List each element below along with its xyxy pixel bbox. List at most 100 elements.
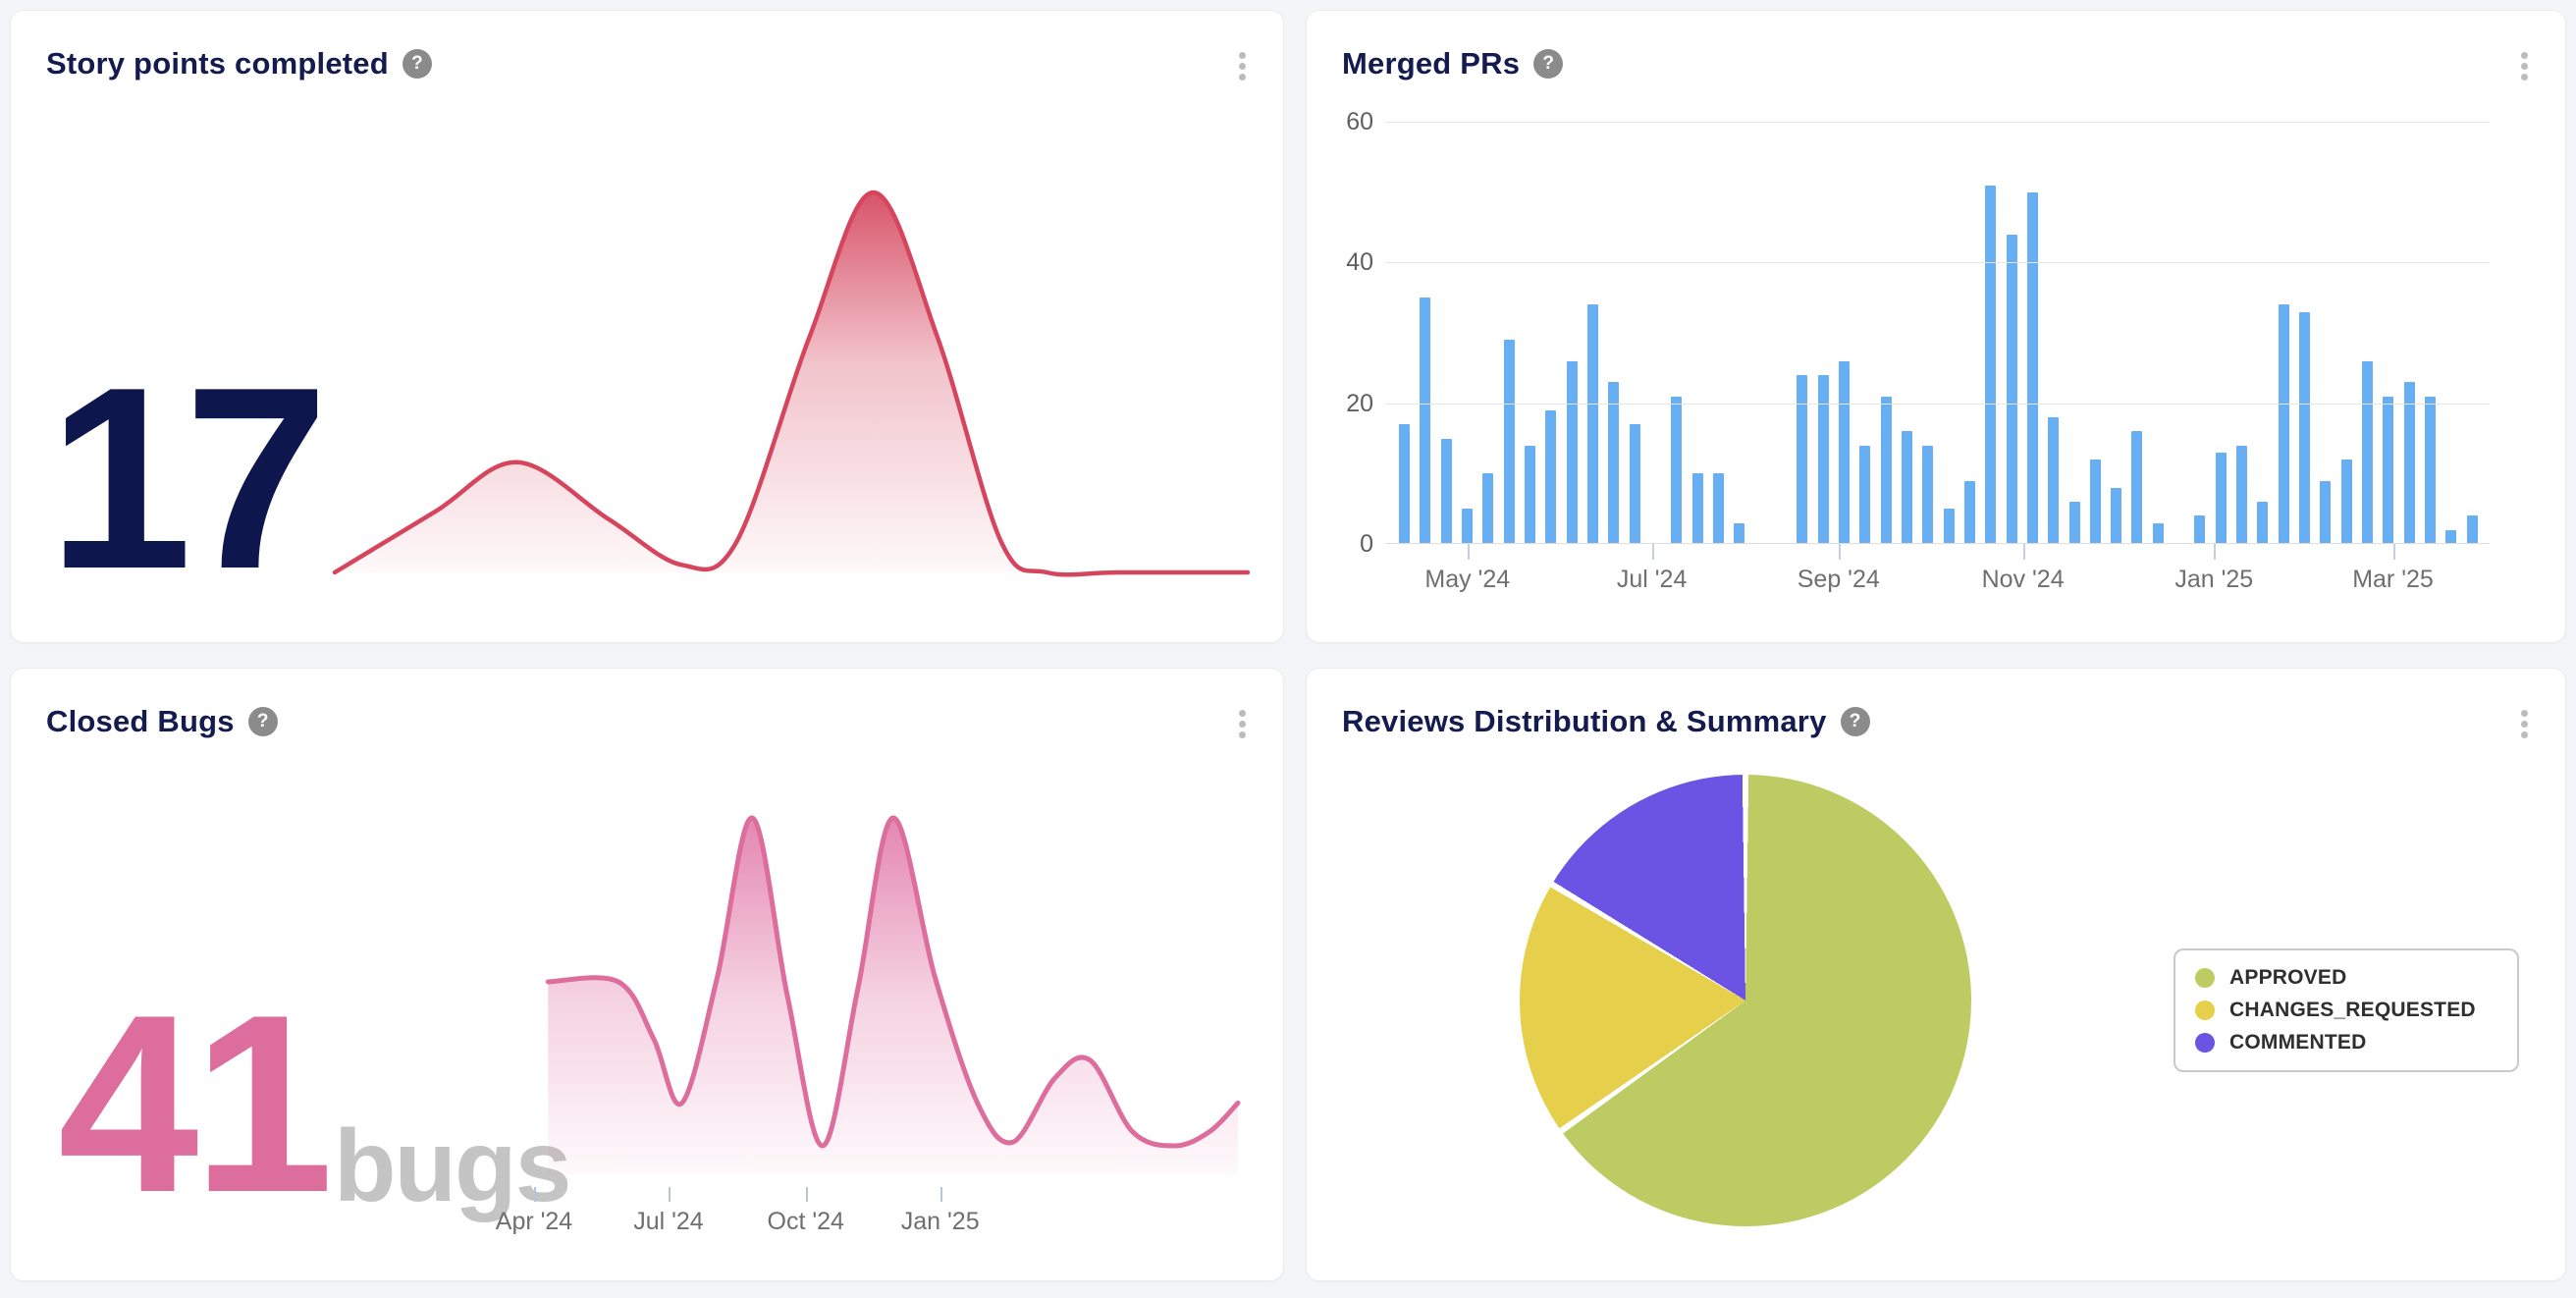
kebab-menu-icon[interactable] [2517, 706, 2532, 742]
bar[interactable] [2362, 361, 2373, 544]
y-axis-label: 20 [1315, 390, 1373, 418]
x-axis-label: Oct '24 [768, 1208, 844, 1236]
x-tick-mark [940, 1187, 942, 1202]
x-axis-label: Jan '25 [901, 1208, 980, 1236]
x-tick-mark [2393, 544, 2395, 560]
legend-item-approved[interactable]: APPROVED [2195, 966, 2497, 990]
help-icon[interactable]: ? [248, 707, 278, 736]
bar[interactable] [2467, 515, 2478, 544]
story-points-card: Story points completed ? 17 [10, 10, 1284, 643]
legend-color-dot [2195, 1033, 2215, 1053]
bar[interactable] [1671, 397, 1682, 545]
bar[interactable] [1902, 431, 1912, 544]
bar[interactable] [2445, 530, 2456, 544]
bar[interactable] [1462, 509, 1473, 544]
bar[interactable] [2216, 453, 2227, 544]
x-axis-label: Jul '24 [1617, 566, 1687, 594]
legend-item-changes_requested[interactable]: CHANGES_REQUESTED [2195, 999, 2497, 1022]
bar[interactable] [2048, 417, 2059, 544]
story-points-area-chart [325, 138, 1258, 600]
bar[interactable] [1839, 361, 1850, 544]
x-tick-mark [2214, 544, 2216, 560]
bar[interactable] [1441, 439, 1452, 545]
bar[interactable] [2299, 312, 2310, 545]
gridline-y-20 [1385, 404, 2490, 405]
bar[interactable] [1482, 473, 1493, 544]
bar[interactable] [1525, 446, 1535, 544]
closed-bugs-card: Closed Bugs ? 41 bugs Apr '24Jul '24Oct … [10, 668, 1284, 1281]
help-icon[interactable]: ? [1533, 49, 1563, 79]
bar[interactable] [1944, 509, 1955, 544]
gridline-y-60 [1385, 122, 2490, 123]
merged-prs-bar-chart: 6040200May '24Jul '24Sep '24Nov '24Jan '… [1385, 122, 2490, 544]
bar[interactable] [1692, 473, 1703, 544]
bar[interactable] [2257, 502, 2268, 544]
bar[interactable] [2194, 515, 2205, 544]
bar[interactable] [2320, 481, 2331, 545]
bar[interactable] [1545, 410, 1556, 544]
legend-label: COMMENTED [2229, 1031, 2366, 1055]
story-points-value: 17 [48, 382, 321, 573]
closed-bugs-area-chart [531, 796, 1243, 1194]
x-tick-mark [806, 1187, 808, 1202]
merged-prs-title: Merged PRs [1342, 46, 1520, 81]
bar[interactable] [1859, 446, 1870, 544]
legend-color-dot [2195, 1001, 2215, 1020]
bar[interactable] [2404, 382, 2415, 544]
bar[interactable] [1734, 523, 1744, 545]
x-axis-label: May '24 [1424, 566, 1510, 594]
x-axis-label: Nov '24 [1982, 566, 2065, 594]
bar[interactable] [2153, 523, 2164, 545]
help-icon[interactable]: ? [1841, 707, 1870, 736]
reviews-distribution-card: Reviews Distribution & Summary ? APPROVE… [1306, 668, 2566, 1281]
bar[interactable] [1922, 446, 1933, 544]
bar[interactable] [2069, 502, 2080, 544]
bar[interactable] [1797, 375, 1807, 544]
bar[interactable] [2027, 192, 2038, 544]
pie-legend: APPROVED CHANGES_REQUESTED COMMENTED [2174, 948, 2519, 1072]
legend-item-commented[interactable]: COMMENTED [2195, 1031, 2497, 1055]
legend-color-dot [2195, 968, 2215, 988]
kebab-menu-icon[interactable] [1235, 48, 1250, 84]
kebab-menu-icon[interactable] [1235, 706, 1250, 742]
x-axis-label: Jan '25 [2174, 566, 2253, 594]
x-tick-mark [669, 1187, 671, 1202]
x-tick-mark [1468, 544, 1470, 560]
bar[interactable] [2007, 235, 2017, 544]
bar[interactable] [1713, 473, 1724, 544]
bar[interactable] [1818, 375, 1829, 544]
bar[interactable] [1881, 397, 1892, 545]
bar[interactable] [1567, 361, 1578, 544]
bar[interactable] [1630, 424, 1640, 544]
bar[interactable] [2090, 460, 2101, 544]
bar[interactable] [1985, 186, 1996, 545]
bar[interactable] [1399, 424, 1410, 544]
bar[interactable] [2279, 304, 2289, 544]
bar[interactable] [1587, 304, 1598, 544]
bar[interactable] [1420, 297, 1430, 544]
x-tick-mark [1839, 544, 1841, 560]
bar[interactable] [1608, 382, 1619, 544]
bar-series [1399, 122, 2478, 544]
merged-prs-card: Merged PRs ? 6040200May '24Jul '24Sep '2… [1306, 10, 2566, 643]
bar[interactable] [2236, 446, 2247, 544]
x-axis-label: Apr '24 [496, 1208, 572, 1236]
bar[interactable] [2425, 397, 2436, 545]
y-axis-label: 60 [1315, 108, 1373, 136]
x-tick-mark [1652, 544, 1654, 560]
bar[interactable] [2131, 431, 2142, 544]
x-axis-label: Jul '24 [633, 1208, 703, 1236]
bar[interactable] [2111, 488, 2121, 544]
legend-label: CHANGES_REQUESTED [2229, 999, 2476, 1022]
help-icon[interactable]: ? [402, 49, 432, 79]
story-points-title: Story points completed [46, 46, 389, 81]
legend-label: APPROVED [2229, 966, 2346, 990]
bar[interactable] [2341, 460, 2352, 544]
kebab-menu-icon[interactable] [2517, 48, 2532, 84]
bar[interactable] [2383, 397, 2393, 545]
bar[interactable] [1504, 340, 1515, 544]
y-axis-label: 40 [1315, 248, 1373, 277]
reviews-pie-chart [1520, 775, 1971, 1226]
x-tick-mark [534, 1187, 536, 1202]
bar[interactable] [1964, 481, 1975, 545]
